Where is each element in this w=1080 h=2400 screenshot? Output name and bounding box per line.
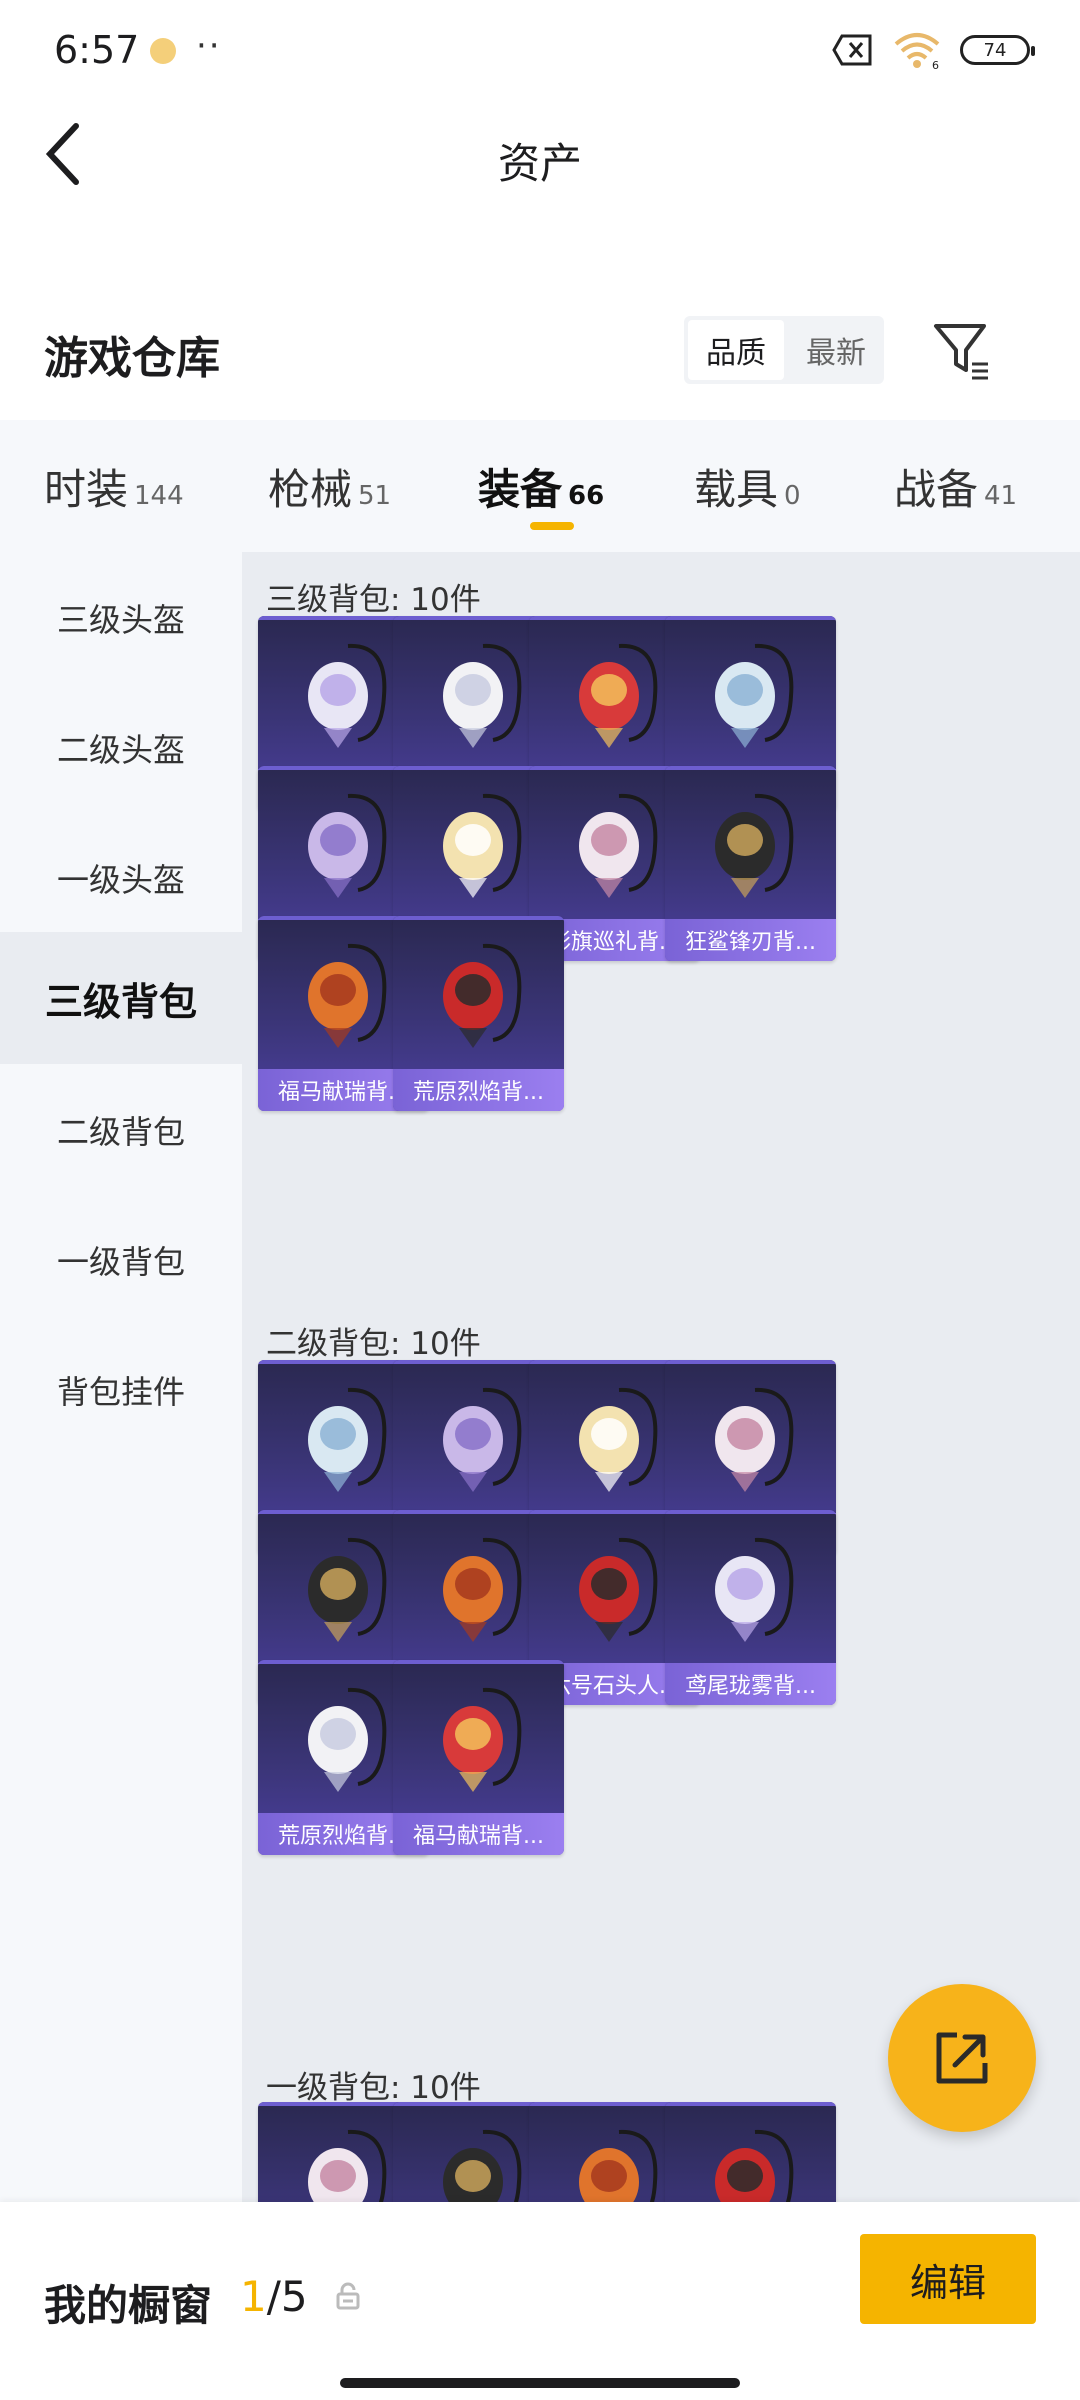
item-label: 荒原烈焰背... (393, 1069, 564, 1111)
sidebar-item-backpack-charm[interactable]: 背包挂件 (0, 1324, 242, 1456)
backpack-icon (443, 643, 522, 748)
lock-icon (336, 2282, 360, 2310)
warehouse-header: 游戏仓库 品质 最新 (0, 300, 1080, 410)
backpack-icon (308, 943, 387, 1048)
tab-vehicles[interactable]: 载具 0 (694, 456, 801, 517)
tab-label: 枪械 (268, 465, 353, 514)
backpack-icon (715, 1537, 794, 1642)
backpack-icon (579, 793, 658, 898)
group-title: 二级背包: 10件 (266, 1326, 481, 1362)
backpack-icon (579, 643, 658, 748)
backpack-icon (715, 2129, 794, 2202)
showcase-label: 我的橱窗 (44, 2281, 213, 2330)
item-name: 福马献瑞背... (413, 1824, 544, 1849)
group-title: 一级背包: 10件 (266, 2070, 481, 2106)
item-label: 鸢尾珑雾背... (665, 1663, 836, 1705)
tab-label: 时装 (44, 465, 129, 514)
backpack-item-card[interactable]: 狂鲨锋刃背... (665, 766, 836, 961)
backpack-icon (308, 1387, 387, 1492)
sort-by-newest[interactable]: 最新 (788, 316, 884, 384)
svg-text:6: 6 (932, 59, 939, 70)
tab-count: 0 (784, 481, 801, 511)
page-title: 资产 (497, 139, 582, 188)
section-title: 游戏仓库 (44, 333, 220, 384)
filter-icon[interactable] (932, 320, 992, 382)
sort-by-quality[interactable]: 品质 (688, 320, 784, 380)
sidebar-item-backpack-2[interactable]: 二级背包 (0, 1064, 242, 1196)
backpack-item-card[interactable]: 荒原烈焰背... (393, 916, 564, 1111)
backpack-icon (443, 943, 522, 1048)
backpack-item-card[interactable]: 鸢尾珑雾背... (665, 1510, 836, 1705)
backpack-icon (308, 1537, 387, 1642)
tab-fashion[interactable]: 时装 144 (44, 456, 184, 517)
item-label: 福马献瑞背... (393, 1813, 564, 1855)
subcategory-sidebar: 三级头盔 二级头盔 一级头盔 三级背包 二级背包 一级背包 背包挂件 (0, 552, 242, 2202)
share-button[interactable] (888, 1984, 1036, 2132)
backpack-icon (308, 643, 387, 748)
tab-label: 装备 (478, 465, 563, 514)
active-tab-indicator (530, 522, 574, 530)
backpack-icon (443, 1687, 522, 1792)
backpack-icon (308, 793, 387, 898)
tab-label: 载具 (694, 465, 779, 514)
backpack-icon (579, 1387, 658, 1492)
tab-count: 66 (568, 481, 605, 511)
backpack-icon (443, 1387, 522, 1492)
tab-count: 41 (984, 481, 1018, 511)
backpack-icon (443, 2129, 522, 2202)
item-name: 荒原烈焰背... (413, 1080, 544, 1105)
item-name: 福马献瑞背... (278, 1080, 409, 1105)
backpack-item-card[interactable] (665, 2102, 836, 2202)
edit-button[interactable]: 编辑 (860, 2234, 1036, 2324)
backpack-icon (715, 1387, 794, 1492)
tab-equipment[interactable]: 装备 66 (478, 456, 604, 517)
sort-toggle: 品质 最新 (684, 316, 884, 384)
sidebar-item-backpack-3[interactable]: 三级背包 (0, 932, 242, 1064)
showcase-current: 1 (240, 2272, 267, 2321)
item-name: 鸢尾珑雾背... (685, 1674, 816, 1699)
no-sim-icon (832, 34, 872, 66)
backpack-icon (579, 2129, 658, 2202)
tab-count: 144 (134, 481, 184, 511)
notification-icon (150, 38, 176, 64)
wifi-icon: 6 (894, 33, 940, 70)
item-name: 六号石头人... (549, 1674, 680, 1699)
backpack-icon (443, 793, 522, 898)
backpack-icon (715, 793, 794, 898)
sidebar-item-backpack-1[interactable]: 一级背包 (0, 1194, 242, 1326)
status-icons: 6 74 (832, 30, 1035, 70)
showcase-count: 1/5 (240, 2272, 308, 2321)
item-grid: 三级背包: 10件 二级背包: 10件 一级背包: 10件 满月旋律背...萌物… (242, 552, 1080, 2202)
tab-firearms[interactable]: 枪械 51 (268, 456, 391, 517)
sidebar-item-helmet-2[interactable]: 二级头盔 (0, 682, 242, 814)
showcase-bar: 我的橱窗 1/5 编辑 (0, 2202, 1080, 2400)
home-indicator[interactable] (340, 2378, 740, 2388)
group-title: 三级背包: 10件 (266, 582, 481, 618)
more-notifications-icon: ·· (196, 26, 222, 66)
status-bar: 6:57 ·· 6 74 (0, 0, 1080, 100)
backpack-icon (715, 643, 794, 748)
battery-indicator: 74 (960, 35, 1035, 65)
tab-label: 战备 (894, 465, 979, 514)
app-header: 资产 (0, 100, 1080, 210)
showcase-total: /5 (266, 2272, 308, 2321)
item-label: 狂鲨锋刃背... (665, 919, 836, 961)
sidebar-item-helmet-1[interactable]: 一级头盔 (0, 812, 242, 944)
item-name: 荒原烈焰背... (278, 1824, 409, 1849)
sidebar-item-helmet-3[interactable]: 三级头盔 (0, 552, 242, 684)
tab-count: 51 (358, 481, 392, 511)
backpack-icon (308, 1687, 387, 1792)
backpack-icon (443, 1537, 522, 1642)
share-icon (936, 2032, 988, 2084)
tab-combat-gear[interactable]: 战备 41 (894, 456, 1017, 517)
status-time: 6:57 (54, 28, 140, 72)
backpack-icon (579, 1537, 658, 1642)
backpack-item-card[interactable]: 福马献瑞背... (393, 1660, 564, 1855)
backpack-icon (308, 2129, 387, 2202)
category-tabs: 时装 144 枪械 51 装备 66 载具 0 战备 41 (0, 420, 1080, 552)
item-name: 狂鲨锋刃背... (685, 930, 816, 955)
item-name: 彩旗巡礼背... (549, 930, 680, 955)
